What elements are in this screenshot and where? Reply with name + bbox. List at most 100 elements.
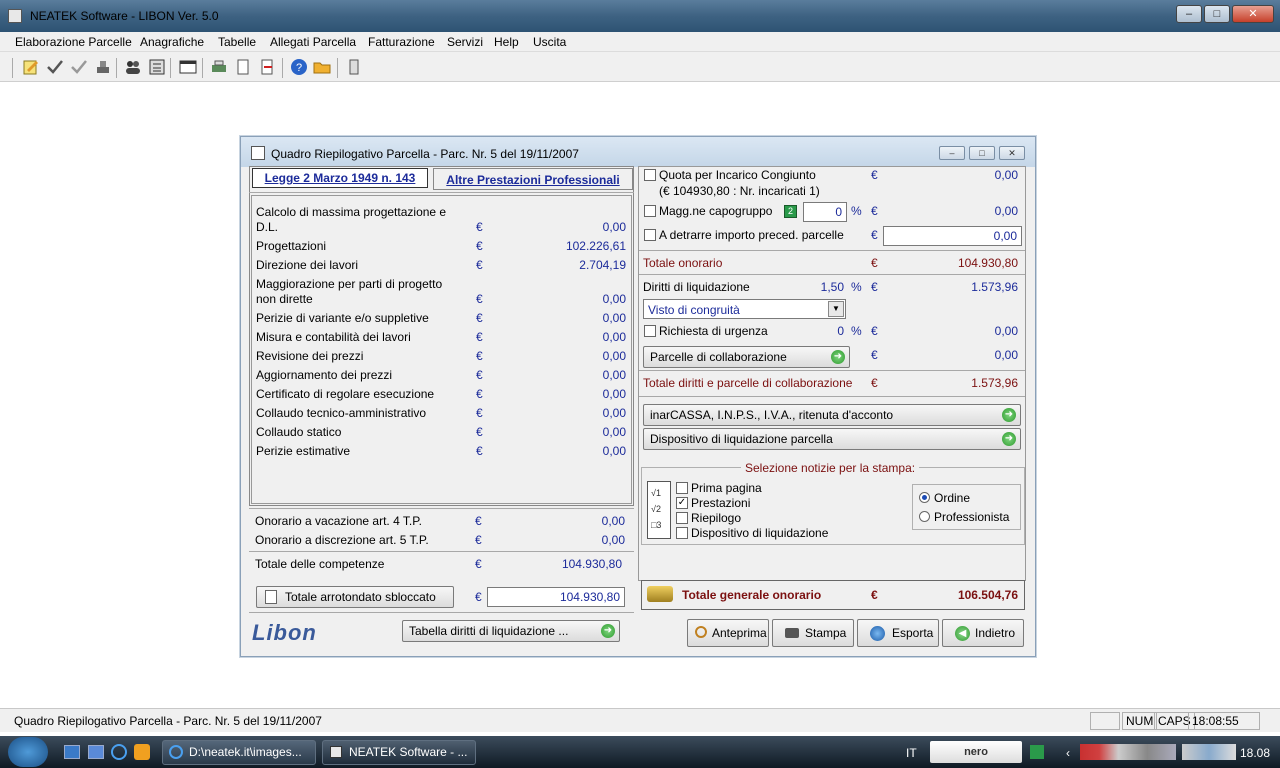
quota-label: Quota per Incarico Congiunto [659, 168, 816, 182]
go-arrow-icon[interactable] [1030, 745, 1044, 759]
export-icon[interactable] [258, 58, 276, 76]
menu-help[interactable]: Help [494, 35, 519, 49]
language-indicator[interactable]: IT [906, 746, 917, 760]
menu-servizi[interactable]: Servizi [447, 35, 483, 49]
detrarre-label: A detrarre importo preced. parcelle [659, 228, 844, 242]
urgenza-checkbox[interactable] [644, 325, 656, 337]
help-icon[interactable]: ? [290, 58, 308, 76]
refresh-icon[interactable]: 2 [784, 205, 797, 218]
totale-onorario-label: Totale onorario [643, 256, 723, 270]
competenza-label-line2: D.L. [256, 220, 279, 234]
magg-checkbox[interactable] [644, 205, 656, 217]
competenza-value: 0,00 [602, 349, 626, 363]
menu-fatturazione[interactable]: Fatturazione [368, 35, 435, 49]
chevron-down-icon[interactable]: ▼ [828, 301, 844, 317]
switch-windows-icon[interactable] [88, 745, 104, 759]
detrarre-input[interactable]: 0,00 [883, 226, 1022, 246]
totale-arrotondato-button[interactable]: Totale arrotondato sbloccato [256, 586, 454, 608]
dialog-title: Quadro Riepilogativo Parcella - Parc. Nr… [271, 147, 579, 161]
show-desktop-icon[interactable] [64, 745, 80, 759]
menu-uscita[interactable]: Uscita [533, 35, 566, 49]
tab-legge-143[interactable]: Legge 2 Marzo 1949 n. 143 [252, 168, 428, 188]
taskbar-clock[interactable]: 18.08 [1240, 746, 1270, 760]
dialog-close-button[interactable]: ✕ [999, 146, 1025, 160]
magg-percent-input[interactable]: 0 [803, 202, 847, 222]
competenza-value: 0,00 [602, 292, 626, 306]
edit-icon[interactable] [22, 58, 40, 76]
currency-symbol: € [871, 204, 878, 218]
quota-checkbox[interactable] [644, 169, 656, 181]
app-icon [8, 9, 22, 23]
currency-symbol: € [871, 168, 878, 182]
totale-arrotondato-input[interactable]: 104.930,80 [487, 587, 625, 607]
document-icon[interactable] [234, 58, 252, 76]
indietro-button[interactable]: ◀ Indietro [942, 619, 1024, 647]
professionista-radio[interactable] [919, 511, 930, 522]
detrarre-checkbox[interactable] [644, 229, 656, 241]
maximize-button[interactable]: □ [1204, 5, 1230, 23]
folder-icon[interactable] [313, 58, 331, 76]
currency-symbol: € [871, 324, 878, 338]
competenza-value: 0,00 [602, 311, 626, 325]
dialog-window-controls: – □ ✕ [939, 146, 1025, 160]
competenza-label: Collaudo statico [256, 425, 342, 439]
dispositivo-button[interactable]: Dispositivo di liquidazione parcella ➜ [643, 428, 1021, 450]
totale-competenze-value: 104.930,80 [561, 557, 622, 571]
menu-allegati-parcella[interactable]: Allegati Parcella [270, 35, 356, 49]
users-icon[interactable] [124, 58, 142, 76]
calc-icon[interactable] [148, 58, 166, 76]
currency-symbol: € [871, 588, 878, 602]
menu-anagrafiche[interactable]: Anagrafiche [140, 35, 204, 49]
tray-icons[interactable] [1080, 744, 1176, 760]
ie-icon [169, 745, 183, 759]
stampa-option-checkbox[interactable]: ✓ [676, 497, 688, 509]
diritti-percent: 1,50 [820, 280, 844, 294]
media-player-icon[interactable] [134, 744, 150, 760]
book-icon[interactable] [345, 58, 363, 76]
menu-bar: Elaborazione Parcelle Anagrafiche Tabell… [0, 32, 1280, 52]
esporta-button[interactable]: Esporta [857, 619, 939, 647]
stamp-icon[interactable] [94, 58, 112, 76]
tray-expand-icon[interactable]: ‹ [1066, 746, 1070, 760]
competenza-label: Calcolo di massima progettazione e [256, 205, 447, 219]
dispositivo-label: Dispositivo di liquidazione parcella [650, 432, 833, 446]
tab-altre-prestazioni[interactable]: Altre Prestazioni Professionali [433, 168, 633, 190]
competenza-label: Maggiorazione per parti di progetto [256, 277, 443, 291]
urgenza-value: 0,00 [994, 324, 1018, 338]
start-button[interactable] [8, 737, 48, 767]
visto-select[interactable]: Visto di congruità ▼ [643, 299, 846, 319]
taskbar-item-explorer[interactable]: D:\neatek.it\images... [162, 740, 316, 765]
close-button[interactable]: ✕ [1232, 5, 1274, 23]
competenza-value: 102.226,61 [565, 239, 626, 253]
menu-tabelle[interactable]: Tabelle [218, 35, 256, 49]
system-tray-icons[interactable] [1182, 744, 1236, 760]
currency-symbol: € [871, 228, 878, 242]
taskbar-item-neatek[interactable]: NEATEK Software - ... [322, 740, 476, 765]
stampa-button[interactable]: Stampa [772, 619, 854, 647]
stampa-option-checkbox[interactable] [676, 512, 688, 524]
dialog-minimize-button[interactable]: – [939, 146, 965, 160]
stampa-option-checkbox[interactable] [676, 527, 688, 539]
stampa-option-checkbox[interactable] [676, 482, 688, 494]
arrow-right-icon: ➜ [831, 350, 845, 364]
parcelle-collaborazione-button[interactable]: Parcelle di collaborazione ➜ [643, 346, 850, 368]
dialog-maximize-button[interactable]: □ [969, 146, 995, 160]
ordine-radio[interactable] [919, 492, 930, 503]
minimize-button[interactable]: – [1176, 5, 1202, 23]
menu-elaborazione-parcelle[interactable]: Elaborazione Parcelle [15, 35, 132, 49]
printer-icon[interactable] [210, 58, 228, 76]
anteprima-button[interactable]: Anteprima [687, 619, 769, 647]
totale-competenze-label: Totale delle competenze [255, 557, 385, 571]
tabella-diritti-button[interactable]: Tabella diritti di liquidazione ... ➜ [402, 620, 620, 642]
app-title: NEATEK Software - LIBON Ver. 5.0 [30, 9, 219, 23]
inarcassa-button[interactable]: inarCASSA, I.N.P.S., I.V.A., ritenuta d'… [643, 404, 1021, 426]
window-icon[interactable] [179, 58, 197, 76]
check-gray-icon[interactable] [70, 58, 88, 76]
nero-search-box[interactable]: nero [930, 741, 1022, 763]
totale-onorario-value: 104.930,80 [957, 256, 1018, 270]
ie-icon[interactable] [111, 744, 127, 760]
dialog-titlebar: Quadro Riepilogativo Parcella - Parc. Nr… [241, 137, 1035, 167]
stampa-legend: Selezione notizie per la stampa: [741, 461, 920, 475]
check-icon[interactable] [46, 58, 64, 76]
diritti-label: Diritti di liquidazione [643, 280, 750, 294]
